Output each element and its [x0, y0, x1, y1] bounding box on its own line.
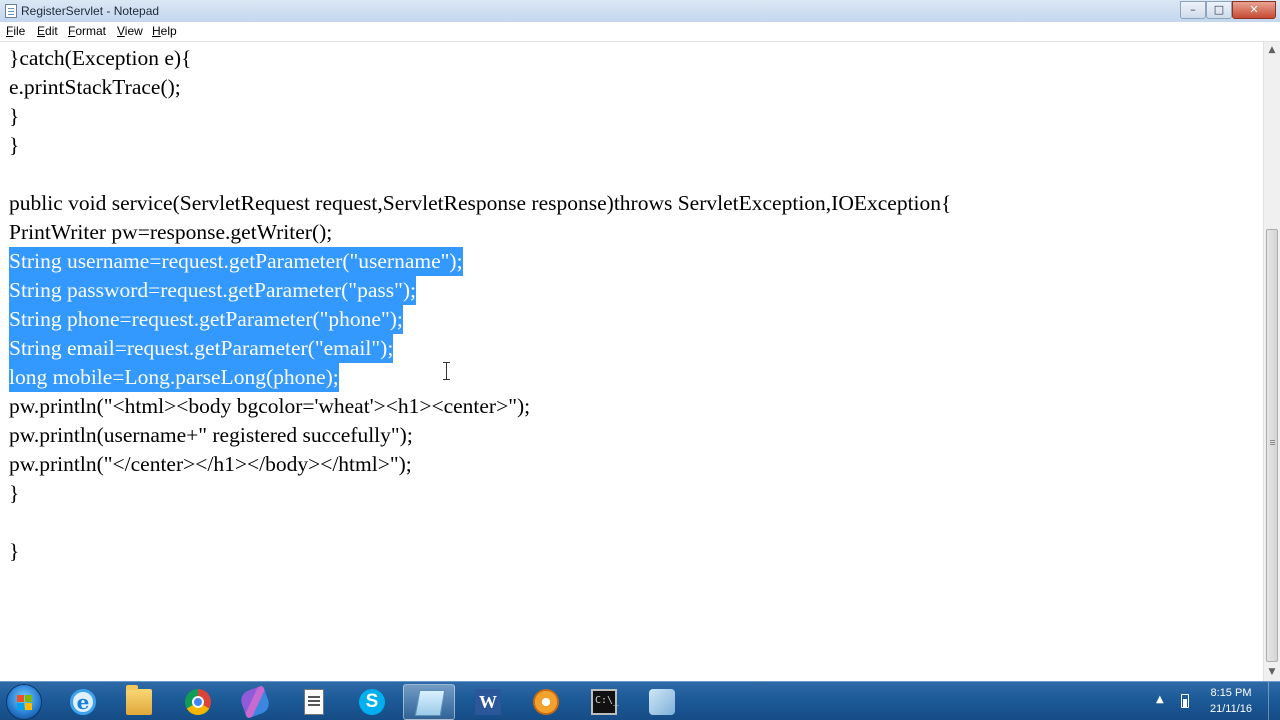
vertical-scrollbar[interactable]: ▲ ▼ [1263, 42, 1280, 681]
taskbar-chrome[interactable] [172, 684, 224, 720]
menu-view-rest: iew [124, 24, 143, 38]
internet-explorer-icon: e [70, 689, 96, 715]
menu-help[interactable]: Help [152, 24, 177, 38]
taskbar-word[interactable]: W [462, 684, 514, 720]
chrome-icon [185, 689, 211, 715]
editor-text-area[interactable]: }catch(Exception e){ e.printStackTrace()… [0, 42, 1263, 681]
menu-help-rest: elp [160, 24, 177, 38]
code-line[interactable]: } [9, 537, 19, 566]
menu-help-accel: H [152, 24, 161, 38]
clock-date[interactable]: 21/11/16 [1205, 703, 1257, 715]
notepad-app-icon[interactable] [5, 4, 17, 18]
taskbar-text-file[interactable] [288, 684, 340, 720]
scroll-up-button[interactable]: ▲ [1264, 42, 1280, 59]
scroll-down-button[interactable]: ▼ [1264, 664, 1280, 681]
menu-file[interactable]: File [6, 24, 25, 38]
taskbar: e S W C:\_ ▲ 8:15 PM 21/11/16 [0, 681, 1280, 720]
command-prompt-icon: C:\_ [591, 689, 619, 715]
maximize-button[interactable]: □ [1206, 1, 1232, 19]
tool-icon [649, 689, 675, 715]
code-line[interactable]: pw.println("</center></h1></body></html>… [9, 450, 412, 479]
show-desktop-button[interactable] [1268, 682, 1280, 720]
taskbar-command-prompt[interactable]: C:\_ [578, 684, 630, 720]
code-line[interactable]: } [9, 131, 19, 160]
menu-view[interactable]: View [117, 24, 143, 38]
code-line-selected[interactable]: String password=request.getParameter("pa… [9, 276, 417, 305]
taskbar-flower-app[interactable] [520, 684, 572, 720]
battery-icon[interactable] [1181, 694, 1189, 708]
code-line[interactable]: }catch(Exception e){ [9, 44, 191, 73]
title-bar[interactable]: RegisterServlet - Notepad – □ ✕ [0, 0, 1280, 23]
code-line-selected[interactable]: String phone=request.getParameter("phone… [9, 305, 403, 334]
start-button[interactable] [6, 684, 42, 720]
code-line[interactable]: PrintWriter pw=response.getWriter(); [9, 218, 332, 247]
flower-icon [533, 689, 559, 715]
menu-bar: File Edit Format View Help [0, 22, 1280, 42]
menu-edit-rest: dit [45, 24, 58, 38]
menu-edit-accel: E [37, 24, 46, 38]
code-line[interactable]: } [9, 479, 19, 508]
text-cursor-icon [443, 362, 450, 380]
scroll-thumb[interactable] [1266, 229, 1278, 662]
code-line[interactable]: } [9, 102, 19, 131]
code-line[interactable]: public void service(ServletRequest reque… [9, 189, 951, 218]
folder-icon [126, 685, 152, 715]
text-file-icon [304, 689, 324, 715]
code-line-selected[interactable]: String email=request.getParameter("email… [9, 334, 394, 363]
paint-brush-icon [238, 685, 272, 719]
taskbar-file-explorer[interactable] [113, 684, 165, 720]
close-button[interactable]: ✕ [1232, 1, 1276, 19]
window-title: RegisterServlet - Notepad [21, 4, 160, 18]
menu-edit[interactable]: Edit [37, 24, 58, 38]
code-line[interactable]: e.printStackTrace(); [9, 73, 181, 102]
menu-format-rest: ormat [75, 24, 107, 38]
clock-time[interactable]: 8:15 PM [1205, 687, 1257, 699]
skype-icon: S [359, 689, 385, 715]
notepad-icon [414, 690, 446, 716]
word-icon: W [475, 689, 501, 715]
minimize-button[interactable]: – [1180, 1, 1206, 19]
taskbar-tool-app[interactable] [636, 684, 688, 720]
menu-format[interactable]: Format [68, 24, 106, 38]
taskbar-internet-explorer[interactable]: e [57, 684, 109, 720]
menu-file-rest: ile [13, 24, 26, 38]
show-hidden-icons-button[interactable]: ▲ [1156, 694, 1164, 705]
code-line[interactable]: pw.println(username+" registered succefu… [9, 421, 413, 450]
code-line-selected[interactable]: long mobile=Long.parseLong(phone); [9, 363, 339, 392]
taskbar-paint[interactable] [229, 684, 281, 720]
code-line-selected[interactable]: String username=request.getParameter("us… [9, 247, 463, 276]
code-line[interactable]: pw.println("<html><body bgcolor='wheat'>… [9, 392, 530, 421]
taskbar-notepad[interactable] [403, 684, 455, 720]
menu-view-accel: V [117, 24, 125, 38]
taskbar-skype[interactable]: S [346, 684, 398, 720]
